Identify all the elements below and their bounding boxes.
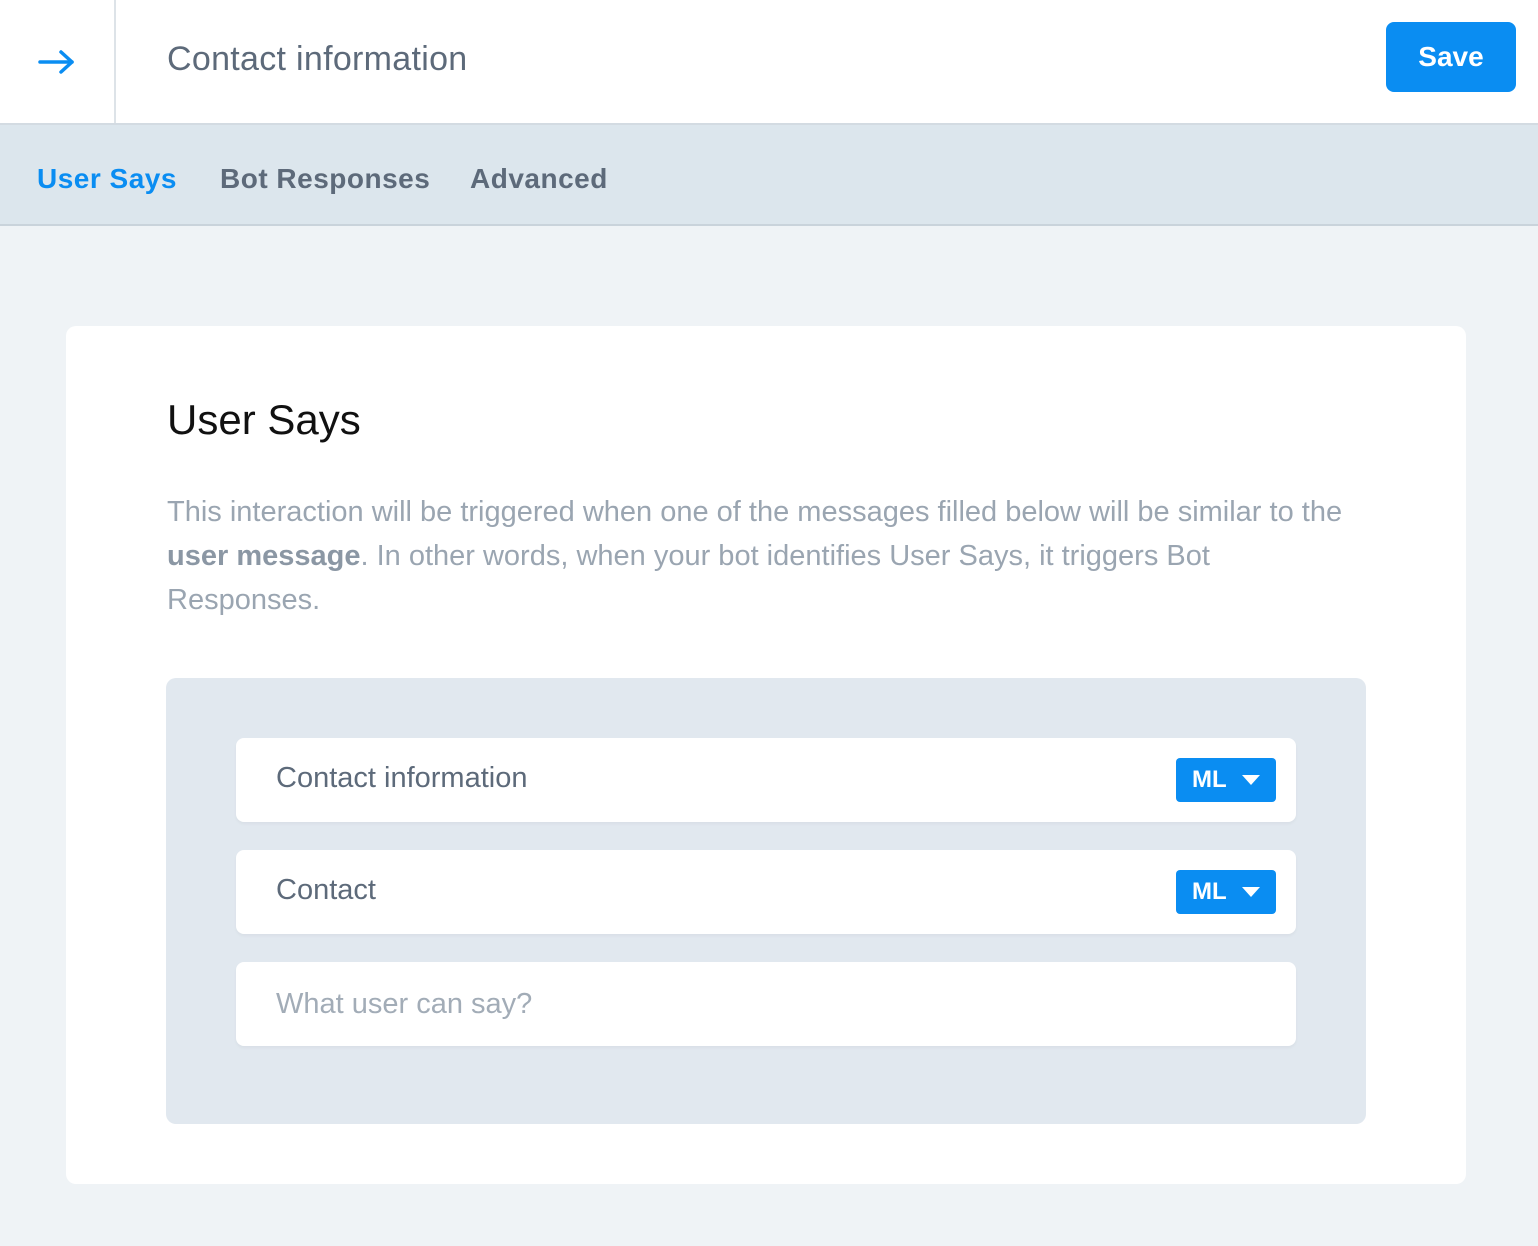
card-description: This interaction will be triggered when … — [167, 490, 1367, 622]
arrow-right-icon — [38, 49, 74, 74]
user-says-card: User Says This interaction will be trigg… — [66, 326, 1466, 1184]
ml-label: ML — [1192, 878, 1227, 905]
header-bar: Contact information Save — [0, 0, 1538, 125]
tab-bar: User Says Bot Responses Advanced — [0, 125, 1538, 226]
user-says-item-text[interactable]: Contact information — [276, 762, 527, 795]
card-title: User Says — [167, 396, 361, 443]
page-title: Contact information — [167, 40, 468, 78]
ml-label: ML — [1192, 766, 1227, 793]
user-says-panel: Contact information ML Contact ML — [166, 678, 1366, 1124]
new-user-says-row — [236, 962, 1296, 1046]
desc-bold-text: user message — [167, 540, 361, 572]
ml-dropdown-button[interactable]: ML — [1176, 758, 1276, 802]
user-says-item-text[interactable]: Contact — [276, 874, 376, 907]
caret-down-icon — [1242, 887, 1260, 897]
tab-user-says[interactable]: User Says — [37, 163, 177, 195]
ml-dropdown-button[interactable]: ML — [1176, 870, 1276, 914]
tab-advanced[interactable]: Advanced — [470, 163, 608, 195]
user-says-item[interactable]: Contact information ML — [236, 738, 1296, 822]
tab-bot-responses[interactable]: Bot Responses — [220, 163, 430, 195]
new-user-says-input[interactable] — [276, 980, 1256, 1028]
user-says-item[interactable]: Contact ML — [236, 850, 1296, 934]
desc-text-1: This interaction will be triggered when … — [167, 496, 1343, 528]
save-button[interactable]: Save — [1386, 22, 1516, 92]
caret-down-icon — [1242, 775, 1260, 785]
back-button[interactable] — [0, 0, 116, 123]
